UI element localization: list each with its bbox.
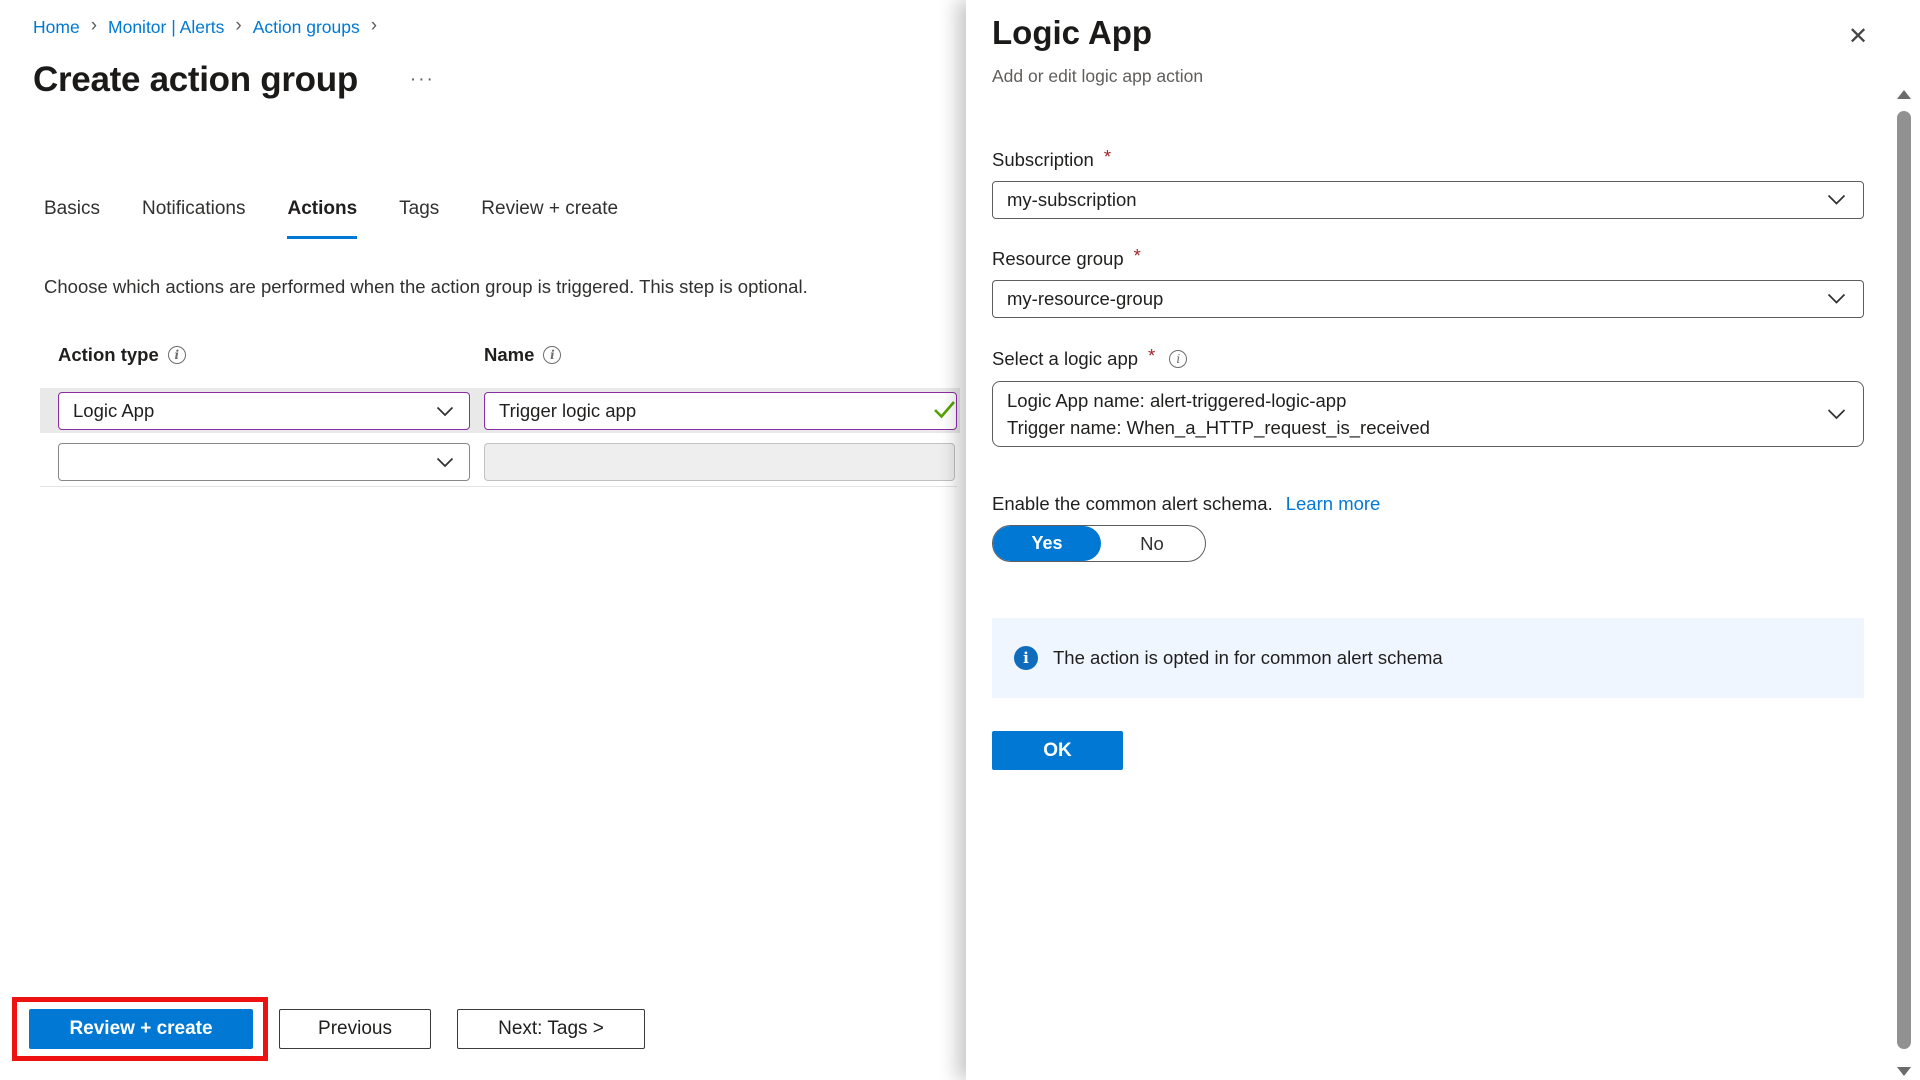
actions-description: Choose which actions are performed when … <box>44 276 808 297</box>
breadcrumb-separator-icon: › <box>235 15 242 36</box>
chevron-down-icon <box>1827 401 1846 428</box>
breadcrumb-home[interactable]: Home <box>33 17 80 38</box>
name-info-icon[interactable]: i <box>543 346 562 364</box>
action-type-info-icon[interactable]: i <box>167 346 186 364</box>
action-name-input-row1[interactable] <box>484 392 957 430</box>
action-name-input-row2-disabled <box>484 443 955 481</box>
resource-group-label: Resource group * <box>992 245 1141 269</box>
valid-check-icon <box>933 400 956 424</box>
info-banner-text: The action is opted in for common alert … <box>1053 647 1443 668</box>
previous-button[interactable]: Previous <box>279 1009 431 1049</box>
subscription-label: Subscription * <box>992 146 1112 170</box>
breadcrumb-separator-icon: › <box>90 15 98 36</box>
info-filled-icon: i <box>1014 646 1038 670</box>
tab-bar: Basics Notifications Actions Tags Review… <box>44 198 618 239</box>
common-alert-schema-row: Enable the common alert schema. Learn mor… <box>992 493 1381 514</box>
breadcrumb: Home › Monitor | Alerts › Action groups … <box>33 15 378 38</box>
resource-group-select[interactable]: my-resource-group <box>992 280 1864 318</box>
required-asterisk: * <box>1133 245 1141 266</box>
chevron-down-icon <box>436 400 454 422</box>
subscription-select[interactable]: my-subscription <box>992 181 1864 219</box>
review-create-button[interactable]: Review + create <box>29 1009 253 1049</box>
title-ellipsis-menu-icon[interactable]: ··· <box>410 69 435 91</box>
logic-app-info-icon[interactable]: i <box>1169 350 1188 368</box>
breadcrumb-separator-icon: › <box>370 15 378 36</box>
scrollbar-down-arrow-icon[interactable] <box>1897 1067 1911 1076</box>
azure-portal-page: Home › Monitor | Alerts › Action groups … <box>0 0 1920 1080</box>
logic-app-panel: Logic App Add or edit logic app action ✕… <box>966 0 1920 1080</box>
schema-toggle-yes[interactable]: Yes <box>993 526 1101 561</box>
info-banner: i The action is opted in for common aler… <box>992 618 1864 698</box>
tab-tags[interactable]: Tags <box>399 198 439 239</box>
required-asterisk: * <box>1103 146 1112 167</box>
schema-toggle: Yes No <box>992 525 1206 562</box>
chevron-down-icon <box>1827 189 1846 211</box>
panel-title: Logic App <box>992 14 1153 51</box>
chevron-down-icon <box>436 451 454 473</box>
scrollbar-thumb[interactable] <box>1897 111 1911 1049</box>
tab-basics[interactable]: Basics <box>44 198 100 239</box>
column-header-action-type: Action type i <box>58 344 186 366</box>
ok-button[interactable]: OK <box>992 731 1123 770</box>
close-icon[interactable]: ✕ <box>1840 18 1876 54</box>
tab-actions[interactable]: Actions <box>287 198 358 239</box>
table-bottom-divider <box>40 486 957 487</box>
chevron-down-icon <box>1827 288 1846 310</box>
action-type-select-row1[interactable]: Logic App <box>58 392 470 430</box>
scrollbar-up-arrow-icon[interactable] <box>1897 90 1911 99</box>
action-type-select-row2[interactable] <box>58 443 470 481</box>
panel-subtitle: Add or edit logic app action <box>992 66 1204 86</box>
required-asterisk: * <box>1148 345 1156 366</box>
tab-review-create[interactable]: Review + create <box>481 198 618 239</box>
panel-scrollbar <box>1897 90 1912 1076</box>
tab-notifications[interactable]: Notifications <box>142 198 246 239</box>
breadcrumb-monitor-alerts[interactable]: Monitor | Alerts <box>108 17 224 38</box>
logic-app-select[interactable]: Logic App name: alert-triggered-logic-ap… <box>992 381 1864 447</box>
next-tags-button[interactable]: Next: Tags > <box>457 1009 645 1049</box>
page-title: Create action group <box>33 60 358 99</box>
breadcrumb-action-groups[interactable]: Action groups <box>253 17 360 38</box>
schema-toggle-no[interactable]: No <box>1101 526 1203 561</box>
logic-app-label: Select a logic app * i <box>992 345 1188 370</box>
column-header-name: Name i <box>484 344 562 366</box>
learn-more-link[interactable]: Learn more <box>1286 493 1381 514</box>
